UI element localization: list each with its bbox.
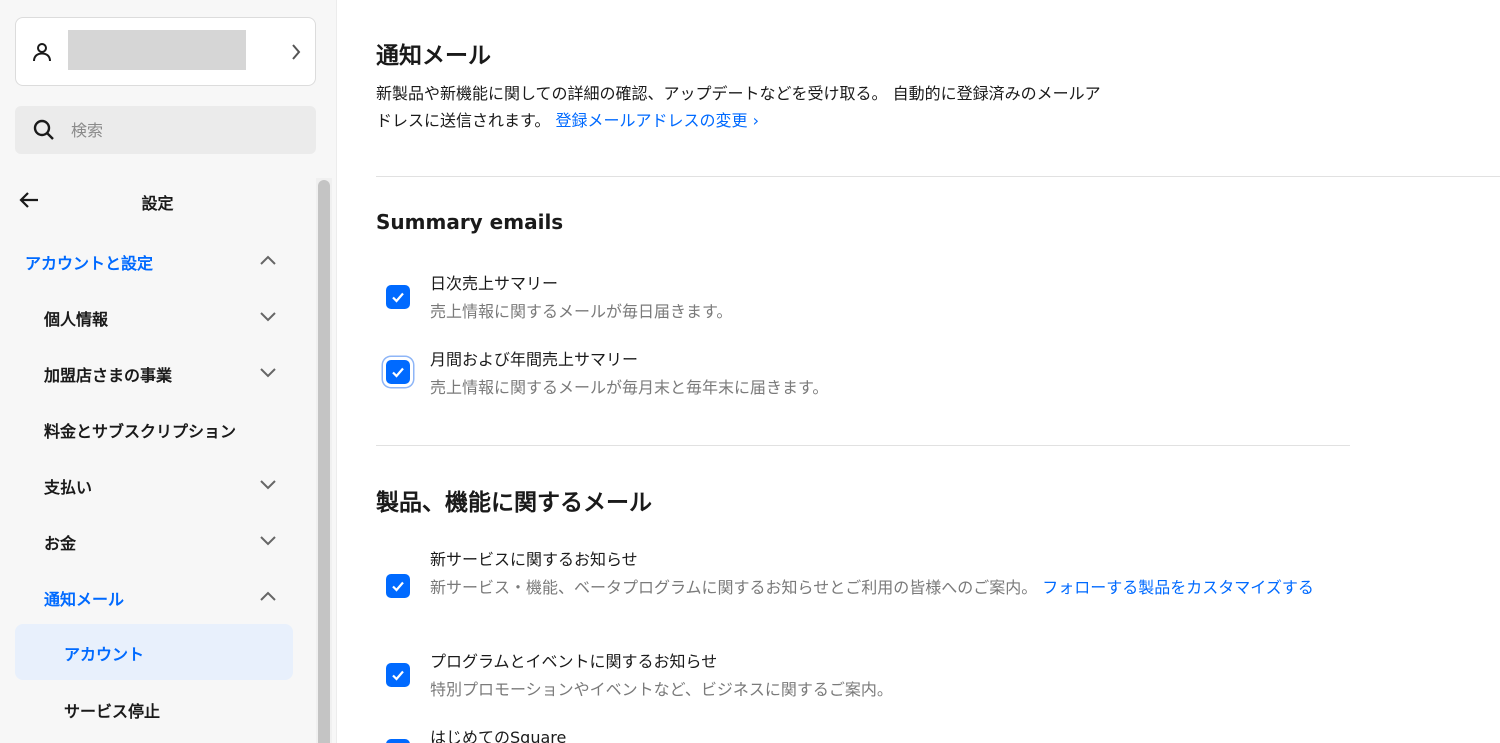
- new-services-checkbox[interactable]: [386, 574, 410, 598]
- daily-summary-checkbox[interactable]: [386, 285, 410, 309]
- option-subtitle-text: 新サービス・機能、ベータプログラムに関するお知らせとご利用の皆様へのご案内。: [430, 578, 1038, 597]
- option-subtitle: 特別プロモーションやイベントなど、ビジネスに関するご案内。: [430, 680, 893, 699]
- sidebar-item-label: 支払い: [44, 478, 93, 497]
- sidebar-item-pricing[interactable]: 料金とサブスクリプション: [0, 408, 290, 448]
- sidebar-item-label: お金: [44, 534, 77, 553]
- checkmark-icon: [392, 292, 404, 303]
- chevron-up-icon: [260, 591, 276, 601]
- option-subtitle: 売上情報に関するメールが毎月末と毎年末に届きます。: [430, 378, 829, 397]
- page-title: 通知メール: [376, 43, 491, 69]
- sidebar-item-payments[interactable]: 支払い: [0, 464, 290, 504]
- option-monthly-yearly-summary: 月間および年間売上サマリー 売上情報に関するメールが毎月末と毎年末に届きます。: [376, 346, 1351, 406]
- sidebar-item-personal-info[interactable]: 個人情報: [0, 296, 290, 336]
- chevron-down-icon: [260, 368, 276, 378]
- settings-title: 設定: [141, 194, 174, 213]
- sidebar-item-money[interactable]: お金: [0, 520, 290, 560]
- option-daily-summary: 日次売上サマリー 売上情報に関するメールが毎日届きます。: [376, 270, 1351, 330]
- option-title: 日次売上サマリー: [430, 274, 559, 293]
- divider: [376, 445, 1350, 446]
- divider: [376, 176, 1500, 177]
- sidebar-item-label: 加盟店さまの事業: [44, 366, 173, 385]
- sidebar-item-service-suspension[interactable]: サービス停止: [0, 688, 290, 728]
- sidebar-item-notification-emails[interactable]: 通知メール: [0, 576, 290, 616]
- sidebar-scrollbar[interactable]: [316, 178, 332, 743]
- sidebar-item-label: サービス停止: [64, 702, 161, 721]
- checkmark-icon: [392, 367, 404, 378]
- sidebar-item-business[interactable]: 加盟店さまの事業: [0, 352, 290, 392]
- chevron-down-icon: [260, 312, 276, 322]
- option-programs-events: プログラムとイベントに関するお知らせ 特別プロモーションやイベントなど、ビジネス…: [376, 648, 1351, 708]
- option-subtitle: 新サービス・機能、ベータプログラムに関するお知らせとご利用の皆様へのご案内。 フ…: [430, 574, 1345, 602]
- sidebar-item-label: 個人情報: [44, 310, 109, 329]
- monthly-yearly-summary-checkbox[interactable]: [386, 360, 410, 384]
- page-description: 新製品や新機能に関しての詳細の確認、アップデートなどを受け取る。 自動的に登録済…: [376, 80, 1116, 134]
- sidebar: 設定 アカウントと設定 個人情報 加盟店さまの事業 料金とサブスクリプション 支…: [0, 0, 337, 743]
- sidebar-item-label: アカウントと設定: [25, 254, 154, 273]
- checkmark-icon: [392, 670, 404, 681]
- search-box[interactable]: [15, 106, 316, 154]
- sidebar-item-label: 通知メール: [44, 590, 125, 609]
- product-emails-heading: 製品、機能に関するメール: [376, 490, 652, 516]
- settings-header: 設定: [0, 180, 315, 220]
- chevron-right-icon: [292, 44, 301, 60]
- option-title: はじめてのSquare: [430, 728, 567, 743]
- option-title: プログラムとイベントに関するお知らせ: [430, 652, 718, 671]
- summary-emails-heading: Summary emails: [376, 210, 564, 234]
- option-subtitle: 売上情報に関するメールが毎日届きます。: [430, 302, 733, 321]
- scrollbar-thumb[interactable]: [318, 180, 330, 743]
- account-switcher[interactable]: [15, 17, 316, 86]
- sidebar-item-account-settings[interactable]: アカウントと設定: [0, 240, 290, 280]
- first-square-checkbox[interactable]: [386, 739, 410, 743]
- sidebar-item-label: 料金とサブスクリプション: [44, 422, 237, 441]
- change-email-link[interactable]: 登録メールアドレスの変更 ›: [556, 111, 760, 130]
- chevron-down-icon: [260, 480, 276, 490]
- checkmark-icon: [392, 581, 404, 592]
- chevron-down-icon: [260, 536, 276, 546]
- person-icon: [33, 43, 51, 62]
- option-title: 月間および年間売上サマリー: [430, 350, 639, 369]
- customize-products-link[interactable]: フォローする製品をカスタマイズする: [1042, 578, 1314, 597]
- account-name-redacted: [68, 30, 246, 70]
- search-input[interactable]: [71, 106, 301, 154]
- main-content: 通知メール 新製品や新機能に関しての詳細の確認、アップデートなどを受け取る。 自…: [337, 0, 1500, 743]
- sidebar-item-account[interactable]: アカウント: [15, 624, 293, 680]
- option-first-square: はじめてのSquare: [376, 724, 1351, 743]
- sidebar-item-label: アカウント: [64, 645, 145, 664]
- option-new-services: 新サービスに関するお知らせ 新サービス・機能、ベータプログラムに関するお知らせと…: [376, 546, 1351, 630]
- programs-events-checkbox[interactable]: [386, 663, 410, 687]
- search-icon: [33, 119, 54, 140]
- option-title: 新サービスに関するお知らせ: [430, 550, 638, 569]
- chevron-up-icon: [260, 255, 276, 265]
